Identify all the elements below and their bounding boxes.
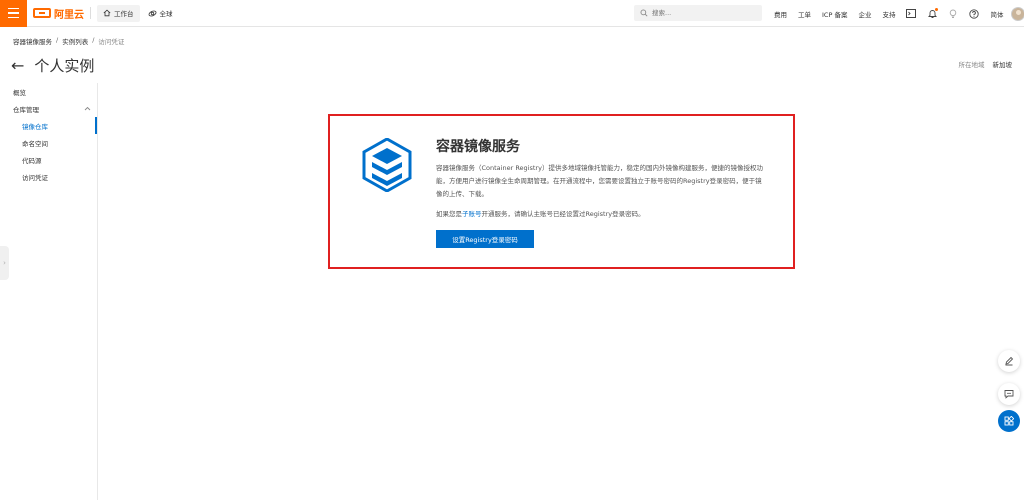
pencil-icon [1005, 356, 1014, 366]
billing-link[interactable]: 费用 [774, 9, 787, 19]
sidebar-item-namespaces[interactable]: 命名空间 [0, 134, 97, 151]
region-selector[interactable]: 新加坡 [993, 59, 1013, 69]
lightbulb-icon[interactable] [948, 9, 958, 19]
enterprise-link[interactable]: 企业 [858, 9, 871, 19]
sidebar-item-access-credentials[interactable]: 访问凭证 [0, 168, 97, 185]
container-registry-icon [362, 138, 412, 192]
home-icon [103, 9, 111, 17]
help-icon[interactable] [969, 8, 980, 19]
global-label: 全球 [159, 10, 173, 18]
breadcrumb-container-registry[interactable]: 容器镜像服务 [13, 36, 52, 46]
notification-dot [935, 7, 939, 11]
region-info: 所在地域 新加坡 [959, 59, 1013, 69]
hamburger-menu-icon[interactable] [0, 0, 27, 27]
breadcrumb-separator: / [92, 36, 95, 44]
search-box[interactable] [634, 5, 762, 21]
page-header: ← 个人实例 [11, 55, 94, 76]
note-suffix: 开通服务，请确认主账号已经设置过Registry登录密码。 [481, 210, 645, 218]
brand-name: 阿里云 [54, 9, 84, 21]
aliyun-logo[interactable]: 阿里云 [33, 6, 84, 21]
sidebar-item-label: 镜像仓库 [22, 122, 48, 131]
region-label: 所在地域 [958, 61, 985, 69]
feedback-edit-button[interactable] [998, 350, 1020, 372]
card-title: 容器镜像服务 [436, 139, 520, 155]
sidebar-item-label: 命名空间 [22, 139, 48, 148]
global-region-button[interactable]: 全球 [148, 8, 173, 18]
top-navigation-bar: 阿里云 工作台 全球 费用 工单 ICP 备案 企业 支持 简体 [0, 0, 1024, 27]
sidebar-item-overview[interactable]: 概览 [0, 83, 97, 100]
sidebar-expand-handle[interactable]: › [0, 246, 9, 280]
chevron-up-icon [84, 106, 91, 111]
aliyun-logo-mark-icon [33, 8, 51, 18]
user-avatar[interactable] [1011, 6, 1024, 21]
set-registry-password-button[interactable]: 设置Registry登录密码 [436, 230, 534, 248]
sidebar-item-label: 代码源 [22, 156, 42, 165]
ticket-link[interactable]: 工单 [798, 9, 811, 19]
workbench-label: 工作台 [114, 10, 134, 18]
apps-grid-button[interactable] [998, 410, 1020, 432]
icp-filing-link[interactable]: ICP 备案 [822, 9, 847, 19]
workbench-button[interactable]: 工作台 [97, 4, 140, 22]
top-right-links: 费用 工单 ICP 备案 企业 支持 简体 [774, 0, 1024, 27]
activation-card: 容器镜像服务 容器镜像服务（Container Registry）提供多地域镜像… [328, 114, 795, 269]
breadcrumb-access-credentials: 访问凭证 [98, 38, 125, 46]
subaccount-link[interactable]: 子账号 [462, 210, 482, 218]
grid-icon [1004, 416, 1014, 426]
notification-bell-icon[interactable] [927, 7, 939, 19]
breadcrumb: 容器镜像服务 / 实例列表 / 访问凭证 [13, 36, 124, 46]
chevron-right-icon: › [3, 259, 6, 267]
sidebar: 概览 仓库管理 镜像仓库 命名空间 代码源 访问凭证 [0, 83, 98, 500]
sidebar-group-label: 仓库管理 [13, 105, 39, 114]
breadcrumb-instance-list[interactable]: 实例列表 [62, 36, 88, 46]
search-input[interactable] [652, 9, 752, 17]
breadcrumb-separator: / [56, 36, 59, 44]
sidebar-group-repository-management[interactable]: 仓库管理 [0, 100, 97, 117]
chat-button[interactable] [998, 383, 1020, 405]
card-description: 容器镜像服务（Container Registry）提供多地域镜像托管能力，稳定… [436, 164, 763, 198]
sidebar-item-label: 访问凭证 [22, 173, 48, 182]
globe-icon [148, 10, 156, 16]
chat-bubble-icon [1004, 390, 1014, 399]
terminal-icon[interactable] [906, 9, 917, 19]
page-title: 个人实例 [34, 57, 95, 75]
sidebar-item-image-repositories[interactable]: 镜像仓库 [0, 117, 97, 134]
sidebar-item-code-source[interactable]: 代码源 [0, 151, 97, 168]
back-arrow-icon[interactable]: ← [11, 57, 24, 74]
language-switch[interactable]: 简体 [990, 9, 1003, 19]
subaccount-note: 如果您是子账号开通服务，请确认主账号已经设置过Registry登录密码。 [436, 208, 645, 218]
divider [90, 7, 91, 19]
sidebar-item-label: 概览 [13, 88, 26, 97]
search-icon [640, 9, 648, 17]
support-link[interactable]: 支持 [882, 9, 895, 19]
note-prefix: 如果您是 [436, 210, 462, 218]
